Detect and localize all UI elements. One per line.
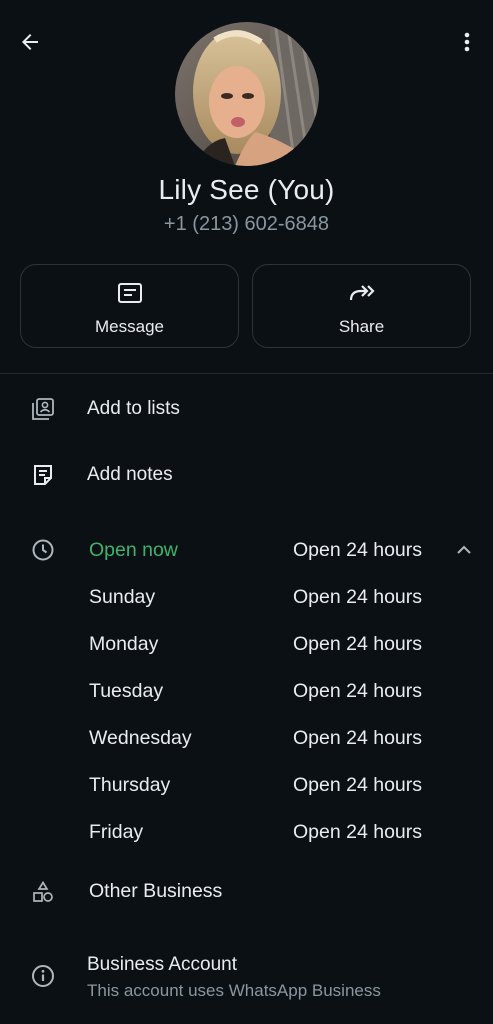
- hours-value: Open 24 hours: [293, 633, 423, 655]
- hours-value: Open 24 hours: [293, 680, 423, 702]
- chevron-up-icon[interactable]: [454, 540, 474, 560]
- add-notes-row[interactable]: [0, 454, 493, 498]
- share-icon: [348, 281, 376, 305]
- add-to-lists-label: Add to lists: [87, 398, 180, 419]
- business-account-subtitle: This account uses WhatsApp Business: [87, 981, 381, 1000]
- hours-day: Monday: [89, 633, 159, 655]
- hours-value: Open 24 hours: [293, 821, 423, 843]
- business-category: Other Business: [89, 880, 223, 902]
- hours-value: Open 24 hours: [293, 774, 423, 796]
- hours-day: Wednesday: [89, 727, 192, 749]
- share-button[interactable]: Share: [252, 264, 471, 348]
- message-label: Message: [95, 317, 164, 336]
- add-to-lists-row[interactable]: [0, 388, 493, 432]
- more-options-button[interactable]: [452, 26, 482, 62]
- hours-day: Friday: [89, 821, 144, 843]
- contact-list-icon: [30, 396, 56, 422]
- clock-icon: [30, 537, 56, 563]
- share-label: Share: [338, 317, 385, 336]
- hours-day: Tuesday: [89, 680, 164, 702]
- hours-day: Sunday: [89, 586, 156, 608]
- more-vert-icon: [464, 32, 470, 57]
- hours-value: Open 24 hours: [293, 586, 423, 608]
- message-icon: [117, 281, 143, 305]
- avatar-image: [175, 22, 319, 166]
- hours-value: Open 24 hours: [293, 727, 423, 749]
- note-icon: [30, 462, 56, 488]
- contact-name: Lily See (You): [158, 174, 335, 205]
- hours-day: Thursday: [89, 774, 171, 796]
- message-button[interactable]: Message: [20, 264, 239, 348]
- section-divider: [0, 373, 493, 374]
- back-button[interactable]: [12, 26, 48, 62]
- info-icon: [30, 963, 56, 989]
- back-arrow-icon: [18, 30, 42, 59]
- business-account-title: Business Account: [87, 954, 237, 975]
- open-now-hours: Open 24 hours: [293, 539, 423, 561]
- profile-photo[interactable]: [175, 22, 319, 166]
- contact-phone: +1 (213) 602-6848: [163, 213, 330, 235]
- open-now-status: Open now: [89, 539, 178, 561]
- shapes-icon: [30, 879, 56, 905]
- add-notes-label: Add notes: [87, 464, 173, 485]
